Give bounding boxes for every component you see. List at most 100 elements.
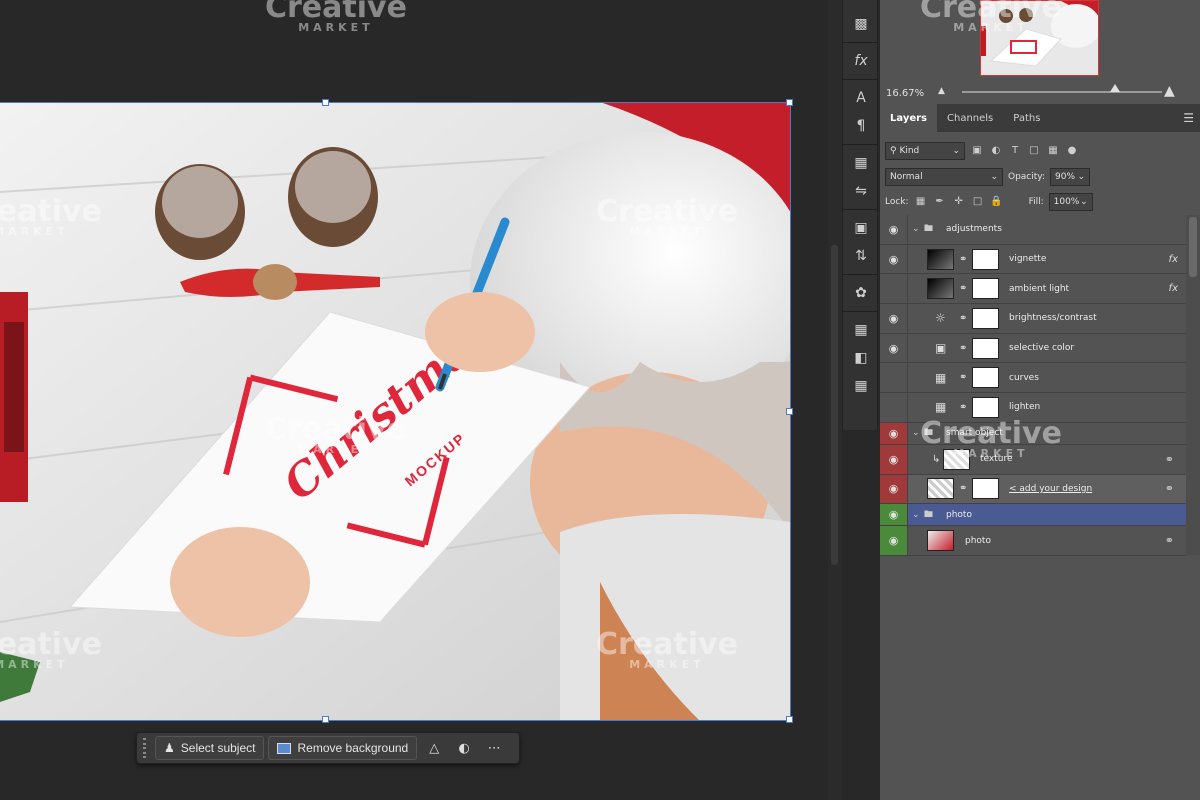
properties-icon[interactable]: ⇅ <box>843 242 879 270</box>
opacity-label: Opacity: <box>1008 171 1045 182</box>
eye-icon[interactable]: ◉ <box>880 444 908 474</box>
chevron-down-icon: ⌄ <box>952 145 960 156</box>
layer-row-selective-color[interactable]: ◉ ▣ ⚭ selective color <box>880 333 1186 364</box>
fill-field[interactable]: 100% ⌄ <box>1048 192 1093 211</box>
libraries-icon[interactable]: ▣ <box>843 214 879 242</box>
layer-name[interactable]: ambient light <box>1009 284 1069 294</box>
chevron-down-icon[interactable]: ⌄ <box>912 224 920 234</box>
layer-row-brightness-contrast[interactable]: ◉ ☼ ⚭ brightness/contrast <box>880 304 1186 334</box>
layer-row-texture[interactable]: ◉ ↳ texture ⚭ <box>880 444 1186 475</box>
zoom-value[interactable]: 16.67% <box>886 88 924 99</box>
tab-channels[interactable]: Channels <box>937 104 1003 132</box>
lock-move-icon[interactable]: ✛ <box>952 196 966 207</box>
opacity-field[interactable]: 90% ⌄ <box>1050 167 1090 186</box>
photo-illustration: Christmas MOCKUP <box>0 102 791 721</box>
filter-toggle-icon[interactable]: ● <box>1065 145 1079 156</box>
selective-color-icon: ▣ <box>935 341 947 356</box>
layer-row-curves[interactable]: ▦ ⚭ curves <box>880 363 1186 394</box>
scroll-thumb[interactable] <box>831 245 838 565</box>
chevron-down-icon[interactable]: ⌄ <box>912 428 920 438</box>
eye-icon[interactable]: ◉ <box>880 333 908 363</box>
eye-icon[interactable]: ◉ <box>880 422 908 444</box>
eye-icon[interactable]: ◉ <box>880 474 908 504</box>
zoom-slider-knob[interactable] <box>1110 84 1120 92</box>
filter-type-icon[interactable]: T <box>1008 145 1022 156</box>
panel-menu-icon[interactable]: ☰ <box>1183 111 1194 125</box>
lock-transparent-icon[interactable]: ▦ <box>914 196 928 207</box>
canvas-area[interactable]: Christmas MOCKUP Creative MARKET Creative… <box>0 0 828 800</box>
mask-thumbnail <box>972 367 999 389</box>
eye-icon[interactable]: ◉ <box>880 504 908 526</box>
eye-icon[interactable]: ◉ <box>880 304 908 333</box>
transform-icon[interactable]: △ <box>421 736 447 760</box>
select-subject-button[interactable]: ♟ Select subject <box>155 736 265 760</box>
navigator-zoom-row: 16.67% ▲ ▲ <box>880 82 1200 104</box>
eye-hidden-icon[interactable] <box>880 393 908 422</box>
table-icon[interactable]: ▦ <box>843 372 879 400</box>
canvas-scrollbar[interactable] <box>828 0 842 800</box>
eye-hidden-icon[interactable] <box>880 363 908 393</box>
adjustment-icon[interactable]: ◐ <box>451 736 477 760</box>
clone-source-icon[interactable]: ▦ <box>843 149 879 177</box>
tab-paths[interactable]: Paths <box>1003 104 1050 132</box>
eye-hidden-icon[interactable] <box>880 274 908 304</box>
image-icon <box>277 742 292 754</box>
fill-value: 100% <box>1053 196 1080 207</box>
layer-name[interactable]: lighten <box>1009 402 1040 412</box>
glyphs-icon[interactable]: ⇋ <box>843 177 879 205</box>
layer-row-add-your-design[interactable]: ◉ ⚭ < add your design ⚭ <box>880 474 1186 505</box>
layer-name[interactable]: brightness/contrast <box>1009 313 1097 323</box>
filter-kind-select[interactable]: ⚲ Kind ⌄ <box>885 141 965 160</box>
filter-shape-icon[interactable]: □ <box>1027 145 1041 156</box>
eye-icon[interactable]: ◉ <box>880 526 908 555</box>
layer-name[interactable]: photo <box>946 510 972 520</box>
smart-object-thumbnail <box>927 478 954 500</box>
eye-icon[interactable]: ◉ <box>880 244 908 274</box>
layer-row-vignette[interactable]: ◉ ⚭ vignette fx <box>880 244 1186 275</box>
document-photo[interactable]: Christmas MOCKUP Creative MARKET Creative… <box>0 102 791 721</box>
tab-layers[interactable]: Layers <box>880 104 937 132</box>
layer-name[interactable]: curves <box>1009 373 1039 383</box>
paragraph-icon[interactable]: ¶ <box>843 112 879 140</box>
layer-row-lighten[interactable]: ▦ ⚭ lighten <box>880 393 1186 423</box>
chevron-down-icon[interactable]: ⌄ <box>912 510 920 520</box>
character-icon[interactable]: A <box>843 84 879 112</box>
more-options-icon[interactable]: ⋯ <box>481 736 507 760</box>
drag-handle-icon[interactable] <box>143 738 149 758</box>
fx-icon[interactable]: fx <box>1169 254 1178 265</box>
layer-row-adjustments[interactable]: ◉ ⌄ 🖿 adjustments <box>880 215 1186 245</box>
zoom-out-icon[interactable]: ▲ <box>938 86 945 96</box>
layers-scrollbar[interactable] <box>1186 215 1200 555</box>
filter-adjustment-icon[interactable]: ◐ <box>989 145 1003 156</box>
navigator-thumbnail[interactable] <box>980 0 1099 76</box>
layer-thumbnail <box>927 278 954 300</box>
adjustments-icon[interactable]: ▦ <box>843 316 879 344</box>
filter-smart-object-icon[interactable]: ▦ <box>1046 145 1060 156</box>
zoom-in-icon[interactable]: ▲ <box>1164 83 1175 99</box>
remove-background-button[interactable]: Remove background <box>268 736 418 760</box>
layer-row-smart-object[interactable]: ◉ ⌄ 🖿 smart object <box>880 422 1186 445</box>
fx-styles-icon[interactable]: fx <box>843 47 879 75</box>
layer-name[interactable]: photo <box>965 536 991 546</box>
layer-row-photo-group[interactable]: ◉ ⌄ 🖿 photo <box>880 504 1186 527</box>
lock-artboard-icon[interactable]: □ <box>971 196 985 207</box>
layer-name[interactable]: selective color <box>1009 343 1074 353</box>
histogram-icon[interactable]: ▩ <box>843 10 879 38</box>
gradient-icon[interactable]: ◧ <box>843 344 879 372</box>
zoom-slider[interactable] <box>962 84 1162 93</box>
blend-mode-select[interactable]: Normal ⌄ <box>885 167 1003 186</box>
layer-name[interactable]: vignette <box>1009 254 1046 264</box>
layer-name[interactable]: texture <box>980 454 1013 464</box>
scroll-thumb[interactable] <box>1189 217 1197 277</box>
layer-row-photo[interactable]: ◉ photo ⚭ <box>880 526 1186 556</box>
layer-name[interactable]: smart object <box>946 428 1003 438</box>
lock-all-icon[interactable]: 🔒 <box>990 196 1004 207</box>
fx-icon[interactable]: fx <box>1169 283 1178 294</box>
lock-paint-icon[interactable]: ✒ <box>933 196 947 207</box>
color-palette-icon[interactable]: ✿ <box>843 279 879 307</box>
eye-icon[interactable]: ◉ <box>880 215 908 244</box>
layer-name[interactable]: adjustments <box>946 224 1002 234</box>
layer-name[interactable]: < add your design <box>1009 484 1092 494</box>
filter-pixel-icon[interactable]: ▣ <box>970 145 984 156</box>
layer-row-ambient-light[interactable]: ⚭ ambient light fx <box>880 274 1186 305</box>
